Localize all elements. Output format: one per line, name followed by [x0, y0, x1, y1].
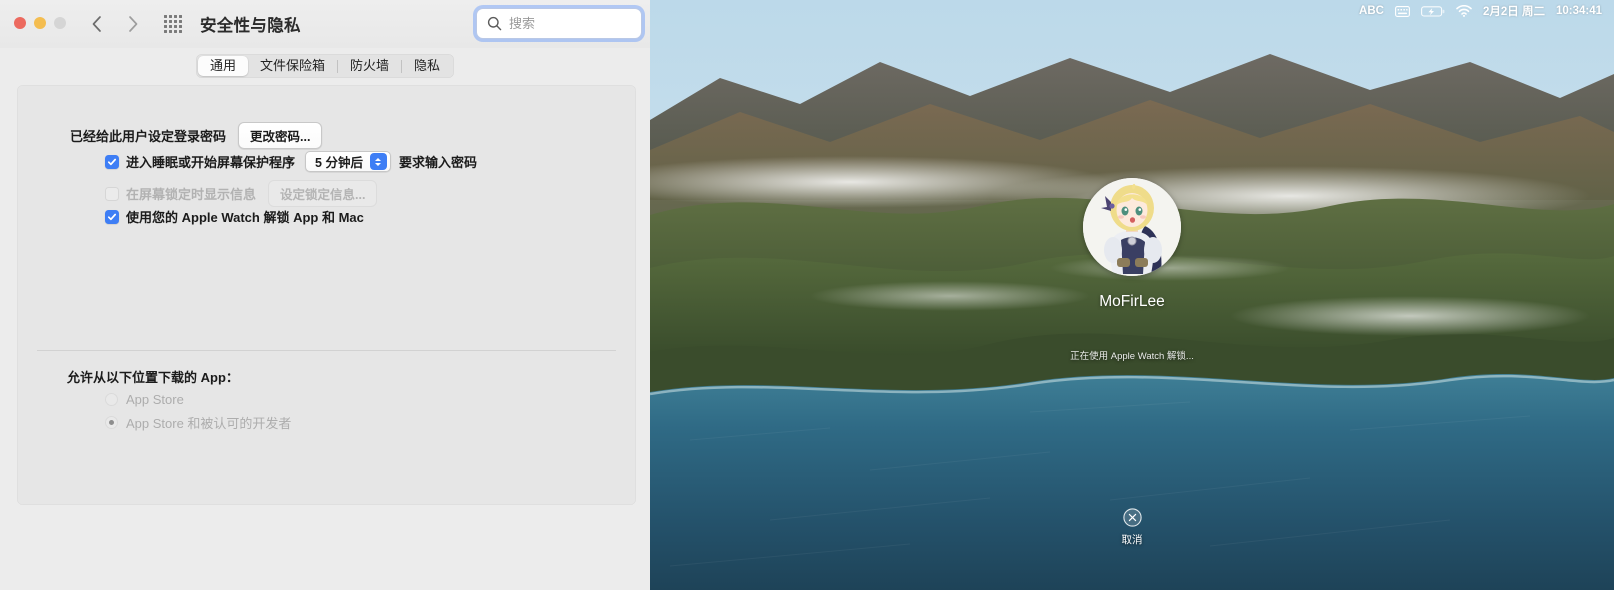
zoom-window-button[interactable] — [54, 17, 66, 29]
cancel-button[interactable]: 取消 — [650, 508, 1614, 547]
menubar-date[interactable]: 2月2日 周二 — [1483, 3, 1545, 19]
radio-app-store-identified[interactable] — [105, 416, 118, 429]
change-password-button[interactable]: 更改密码... — [238, 122, 323, 149]
login-username: MoFirLee — [1099, 293, 1165, 310]
close-window-button[interactable] — [14, 17, 26, 29]
page-title: 安全性与隐私 — [200, 17, 301, 35]
tab-bar: 通用 文件保险箱 防火墙 隐私 — [0, 48, 650, 84]
set-lock-message-button[interactable]: 设定锁定信息... — [268, 180, 378, 207]
show-lock-message-row: 在屏幕锁定时显示信息 设定锁定信息... — [105, 180, 378, 207]
menubar-time[interactable]: 10:34:41 — [1556, 5, 1602, 17]
avatar[interactable] — [1083, 178, 1181, 276]
tab-filevault[interactable]: 文件保险箱 — [248, 56, 337, 76]
cancel-label: 取消 — [1121, 534, 1143, 546]
tab-firewall[interactable]: 防火墙 — [338, 56, 401, 76]
login-password-row: 已经给此用户设定登录密码 更改密码... — [70, 122, 323, 149]
lock-screen: ABC 2月2日 周二 10:34:41 MoFirLee 正在使用 Apple… — [650, 0, 1614, 590]
apple-watch-label: 使用您的 Apple Watch 解锁 App 和 Mac — [126, 210, 364, 225]
require-password-label-before: 进入睡眠或开始屏幕保护程序 — [126, 155, 296, 170]
password-delay-value: 5 分钟后 — [315, 156, 363, 170]
traffic-lights — [14, 17, 66, 29]
search-container — [476, 8, 642, 39]
general-settings-panel: 已经给此用户设定登录密码 更改密码... 进入睡眠或开始屏幕保护程序 5 分钟后… — [17, 85, 636, 505]
tab-privacy[interactable]: 隐私 — [402, 56, 452, 76]
wifi-icon — [1456, 5, 1472, 17]
menubar-battery[interactable] — [1421, 5, 1445, 17]
unlock-status-text: 正在使用 Apple Watch 解锁... — [1070, 351, 1194, 362]
avatar-illustration — [1083, 178, 1181, 276]
checkmark-icon — [107, 213, 117, 220]
chevron-updown-icon — [369, 153, 387, 170]
close-circle-icon — [1122, 508, 1142, 527]
chevron-right-icon — [129, 16, 138, 32]
require-password-checkbox[interactable] — [105, 154, 119, 169]
show-lock-message-label: 在屏幕锁定时显示信息 — [126, 187, 257, 202]
back-button[interactable] — [86, 12, 108, 36]
section-divider — [37, 350, 616, 351]
checkmark-icon — [107, 158, 117, 165]
tab-general[interactable]: 通用 — [197, 56, 248, 76]
radio-app-store-identified-label: App Store 和被认可的开发者 — [126, 416, 292, 431]
battery-charging-icon — [1421, 5, 1445, 17]
show-lock-message-checkbox[interactable] — [105, 186, 119, 201]
screen: ABC 2月2日 周二 10:34:41 MoFirLee 正在使用 Apple… — [0, 0, 1614, 590]
apple-watch-row: 使用您的 Apple Watch 解锁 App 和 Mac — [105, 207, 364, 226]
password-delay-popup[interactable]: 5 分钟后 — [305, 151, 391, 172]
apple-watch-checkbox[interactable] — [105, 209, 119, 224]
search-icon — [487, 16, 502, 31]
navigation-buttons — [86, 12, 144, 36]
menubar-time-label: 10:34:41 — [1555, 5, 1602, 17]
keyboard-icon — [1395, 5, 1410, 17]
require-password-label-after: 要求输入密码 — [398, 155, 477, 170]
minimize-window-button[interactable] — [34, 17, 46, 29]
radio-app-store-label: App Store — [126, 392, 184, 407]
menu-bar: ABC 2月2日 周二 10:34:41 — [650, 0, 1614, 22]
search-input[interactable] — [509, 16, 629, 31]
menubar-input-source[interactable]: ABC — [1359, 5, 1384, 17]
download-section-title: 允许从以下位置下载的 App： — [67, 370, 239, 385]
show-all-grid-icon[interactable] — [164, 15, 184, 33]
radio-app-store-row[interactable]: App Store — [105, 392, 184, 407]
forward-button[interactable] — [122, 12, 144, 36]
menubar-wifi[interactable] — [1456, 5, 1472, 17]
menubar-date-label: 2月2日 周二 — [1482, 6, 1545, 18]
radio-app-store[interactable] — [105, 393, 118, 406]
search-field[interactable] — [476, 8, 642, 39]
login-user-block: MoFirLee 正在使用 Apple Watch 解锁... — [650, 178, 1614, 362]
radio-app-store-identified-row[interactable]: App Store 和被认可的开发者 — [105, 413, 291, 432]
login-password-label: 已经给此用户设定登录密码 — [70, 129, 227, 144]
window-titlebar: 安全性与隐私 — [0, 0, 650, 48]
menubar-keyboard-icon[interactable] — [1395, 5, 1410, 17]
system-preferences-window: 安全性与隐私 通用 文件保险箱 防火墙 隐私 — [0, 0, 650, 590]
input-source-label: ABC — [1359, 5, 1384, 17]
window-footer: 点按锁按钮以进行更改。 高级... ? — [0, 505, 650, 590]
tabs-group: 通用 文件保险箱 防火墙 隐私 — [195, 54, 455, 78]
chevron-left-icon — [92, 16, 101, 32]
require-password-row: 进入睡眠或开始屏幕保护程序 5 分钟后 要求输入密码 — [105, 151, 477, 172]
